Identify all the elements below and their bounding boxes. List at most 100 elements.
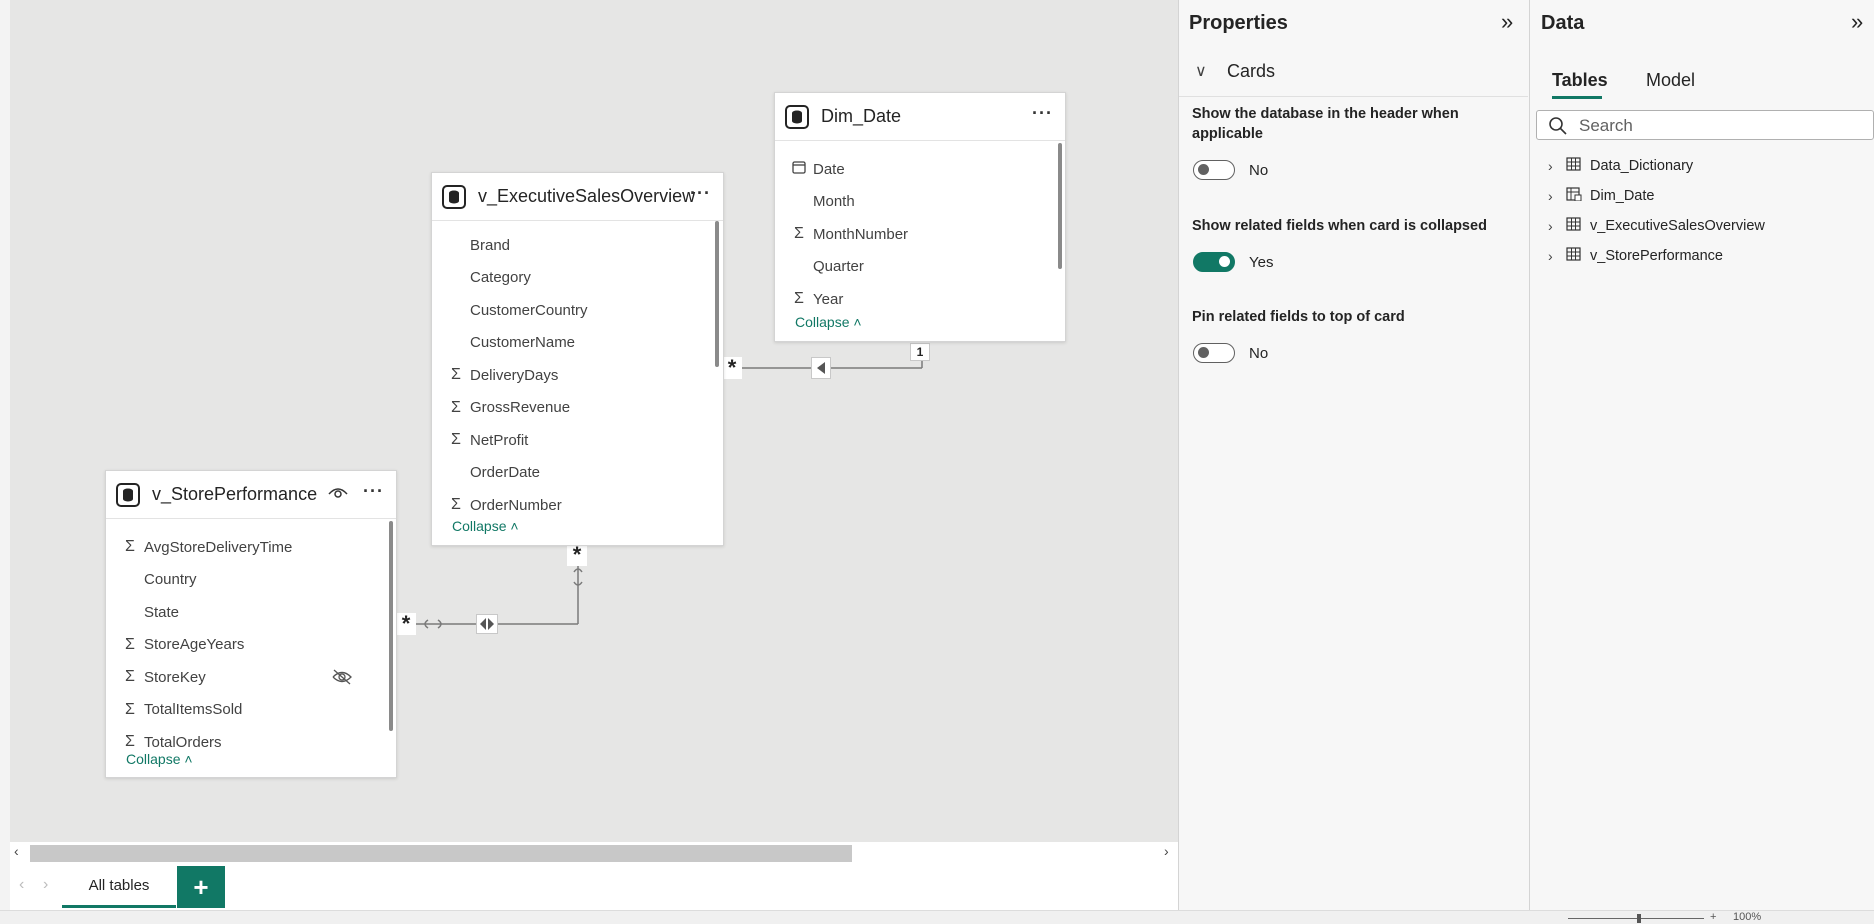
tree-item-table[interactable]: › Data_Dictionary <box>1548 152 1693 180</box>
collapse-link[interactable]: Collapse ˄ <box>795 314 862 330</box>
cards-section-header[interactable]: ∨ Cards <box>1179 55 1528 97</box>
sigma-icon: Σ <box>125 733 135 750</box>
zoom-slider[interactable] <box>1568 918 1704 919</box>
field-row[interactable]: OrderDate <box>448 459 540 487</box>
tab-model[interactable]: Model <box>1646 70 1695 91</box>
collapse-data-pane-icon[interactable]: » <box>1851 9 1863 35</box>
sigma-icon: Σ <box>451 431 461 448</box>
field-row[interactable]: Quarter <box>791 253 864 281</box>
collapse-pane-icon[interactable]: » <box>1501 9 1513 35</box>
chevron-up-icon: ˄ <box>510 518 519 534</box>
field-name: DeliveryDays <box>470 366 559 384</box>
more-options-icon[interactable]: ··· <box>690 183 711 204</box>
card-header[interactable]: Dim_Date ··· <box>775 93 1065 141</box>
field-row[interactable]: Σ StoreAgeYears <box>122 631 244 659</box>
search-input[interactable] <box>1577 115 1867 137</box>
search-icon <box>1549 117 1567 140</box>
field-row[interactable]: CustomerCountry <box>448 296 588 324</box>
field-row[interactable]: Category <box>448 264 531 292</box>
field-row[interactable]: Date <box>791 155 845 183</box>
tree-item-table[interactable]: › Dim_Date <box>1548 182 1654 210</box>
field-row[interactable]: Month <box>791 188 855 216</box>
scroll-left-icon[interactable]: ‹ <box>14 843 19 859</box>
database-icon <box>785 105 809 129</box>
field-row[interactable]: Σ DeliveryDays <box>448 361 558 389</box>
scroll-right-icon[interactable]: › <box>1164 843 1169 859</box>
collapse-link[interactable]: Collapse ˄ <box>452 518 519 534</box>
setting-label-related-fields: Show related fields when card is collaps… <box>1192 218 1487 234</box>
database-icon <box>442 185 466 209</box>
card-header[interactable]: v_ExecutiveSalesOverview ··· <box>432 173 723 221</box>
more-options-icon[interactable]: ··· <box>1032 103 1053 124</box>
chevron-up-icon: ˄ <box>853 314 862 330</box>
field-row[interactable]: State <box>122 598 179 626</box>
toggle-related-fields[interactable] <box>1193 252 1235 272</box>
chevron-down-icon: ∨ <box>1195 63 1207 80</box>
field-name: Category <box>470 269 531 286</box>
zoom-in-icon[interactable]: + <box>1710 911 1716 923</box>
many-marker-executive: * <box>722 355 742 380</box>
card-scrollbar[interactable] <box>715 221 719 367</box>
field-name: CustomerCountry <box>470 301 588 319</box>
table-card-dim-date[interactable]: Dim_Date ··· Date Month Σ MonthNumber Quarte… <box>774 92 1066 342</box>
section-title: Cards <box>1227 61 1276 81</box>
properties-title: Properties <box>1189 12 1288 34</box>
tab-tables[interactable]: Tables <box>1552 70 1608 91</box>
field-row[interactable]: Σ AvgStoreDeliveryTime <box>122 533 292 561</box>
one-marker-date: 1 <box>910 343 930 361</box>
table-name: Dim_Date <box>1590 188 1655 204</box>
tab-prev-icon[interactable]: ‹ <box>19 876 24 894</box>
field-row[interactable]: Σ MonthNumber <box>791 220 908 248</box>
setting-label-show-database: Show the database in the header when app… <box>1192 106 1459 142</box>
active-tab-indicator <box>1552 96 1602 99</box>
field-row[interactable]: Σ NetProfit <box>448 426 528 454</box>
tree-item-table[interactable]: › v_ExecutiveSalesOverview <box>1548 212 1765 240</box>
table-icon <box>1566 247 1590 265</box>
card-title: v_ExecutiveSalesOverview <box>478 186 696 206</box>
table-name: v_ExecutiveSalesOverview <box>1590 218 1765 234</box>
database-icon <box>116 483 140 507</box>
field-name: Month <box>813 193 855 210</box>
card-scrollbar[interactable] <box>1058 143 1062 269</box>
collapse-link[interactable]: Collapse ˄ <box>126 751 193 767</box>
chevron-right-icon[interactable]: › <box>1548 158 1566 174</box>
sigma-icon: Σ <box>125 700 135 718</box>
zoom-slider-thumb[interactable] <box>1637 914 1641 923</box>
sigma-icon: Σ <box>451 366 461 383</box>
field-row[interactable]: Brand <box>448 231 510 259</box>
field-name: CustomerName <box>470 334 576 351</box>
bidirectional-filter-icon[interactable] <box>476 614 498 634</box>
field-row[interactable]: Σ Year <box>791 285 843 313</box>
add-layout-button[interactable]: + <box>177 866 225 908</box>
toggle-show-database[interactable] <box>1193 160 1235 180</box>
field-name: MonthNumber <box>813 225 909 243</box>
field-row[interactable]: CustomerName <box>448 329 575 357</box>
chevron-right-icon[interactable]: › <box>1548 248 1566 264</box>
field-row[interactable]: Σ StoreKey <box>122 663 206 691</box>
chevron-right-icon[interactable]: › <box>1548 188 1566 204</box>
toggle-pin-related[interactable] <box>1193 343 1235 363</box>
card-header[interactable]: v_StorePerformance ··· <box>106 471 396 519</box>
chevron-right-icon[interactable]: › <box>1548 218 1566 234</box>
field-name: OrderNumber <box>470 496 562 514</box>
field-row[interactable]: Σ OrderNumber <box>448 491 562 519</box>
hidden-field-icon[interactable] <box>331 669 353 690</box>
eye-icon[interactable] <box>328 486 348 505</box>
field-name: State <box>144 603 180 621</box>
horizontal-scroll-thumb[interactable] <box>30 845 852 862</box>
table-card-store-performance[interactable]: v_StorePerformance ··· Σ AvgStoreDelivery… <box>105 470 397 778</box>
sigma-icon: Σ <box>451 398 461 416</box>
table-icon <box>1566 157 1590 175</box>
table-card-executive-sales-overview[interactable]: v_ExecutiveSalesOverview ··· Brand Catego… <box>431 172 724 546</box>
search-box[interactable] <box>1536 110 1874 140</box>
tab-next-icon[interactable]: › <box>43 876 48 894</box>
field-row[interactable]: Country <box>122 566 197 594</box>
more-options-icon[interactable]: ··· <box>363 481 384 502</box>
tree-item-table[interactable]: › v_StorePerformance <box>1548 242 1723 270</box>
field-row[interactable]: Σ GrossRevenue <box>448 394 570 422</box>
tab-all-tables[interactable]: All tables <box>62 866 176 908</box>
crossfilter-direction-icon[interactable] <box>811 357 831 379</box>
card-scrollbar[interactable] <box>389 521 393 731</box>
field-row[interactable]: Σ TotalItemsSold <box>122 696 242 724</box>
field-name: Country <box>144 571 197 588</box>
